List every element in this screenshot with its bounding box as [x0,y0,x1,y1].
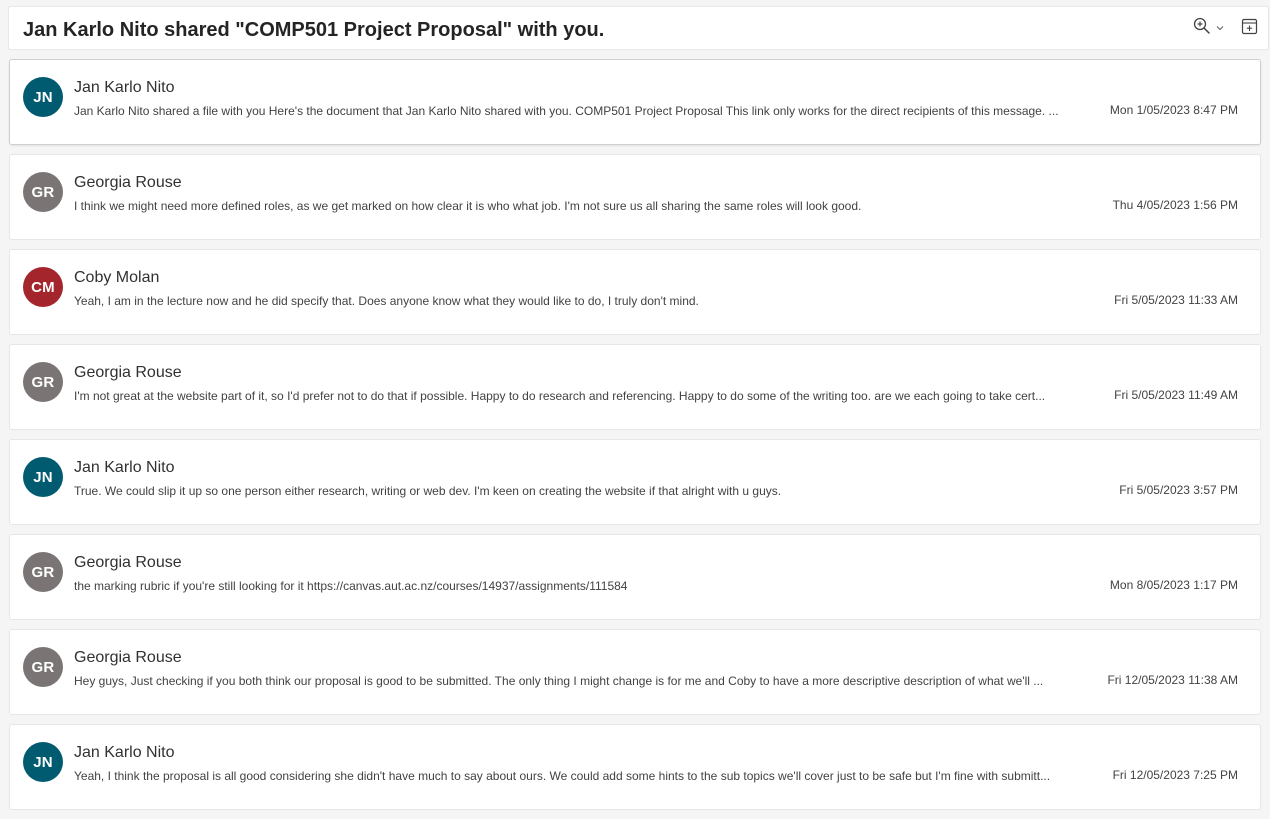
message-date: Fri 12/05/2023 7:25 PM [1112,768,1238,782]
message-preview: I'm not great at the website part of it,… [74,389,1046,403]
sender-name: Jan Karlo Nito [74,79,175,96]
header-toolbar [1193,17,1258,40]
sender-name: Georgia Rouse [74,174,182,191]
avatar[interactable]: CM [23,267,63,307]
message-item[interactable]: JN Jan Karlo Nito Yeah, I think the prop… [9,724,1261,810]
message-preview: Hey guys, Just checking if you both thin… [74,674,1044,688]
chevron-down-icon [1215,20,1225,38]
sender-name: Jan Karlo Nito [74,459,175,476]
avatar[interactable]: JN [23,457,63,497]
thread-header: Jan Karlo Nito shared "COMP501 Project P… [8,6,1269,50]
message-preview: Yeah, I am in the lecture now and he did… [74,294,699,308]
message-preview: Yeah, I think the proposal is all good c… [74,769,1051,783]
message-date: Mon 1/05/2023 8:47 PM [1109,103,1238,117]
message-item[interactable]: CM Coby Molan Yeah, I am in the lecture … [9,249,1261,335]
message-item[interactable]: GR Georgia Rouse Hey guys, Just checking… [9,629,1261,715]
avatar[interactable]: JN [23,742,63,782]
message-item[interactable]: JN Jan Karlo Nito True. We could slip it… [9,439,1261,525]
message-preview: the marking rubric if you're still looki… [74,579,628,593]
message-date: Mon 8/05/2023 1:17 PM [1109,578,1238,592]
message-item[interactable]: GR Georgia Rouse the marking rubric if y… [9,534,1261,620]
message-date: Fri 5/05/2023 3:57 PM [1119,483,1238,497]
avatar[interactable]: GR [23,647,63,687]
message-date: Fri 5/05/2023 11:33 AM [1114,293,1238,307]
message-date: Thu 4/05/2023 1:56 PM [1112,198,1238,212]
sender-name: Georgia Rouse [74,364,182,381]
sender-name: Georgia Rouse [74,649,182,666]
message-preview: Jan Karlo Nito shared a file with you He… [74,104,1059,118]
open-in-new-window-button[interactable] [1241,18,1258,40]
avatar[interactable]: GR [23,552,63,592]
avatar[interactable]: GR [23,362,63,402]
message-date: Fri 12/05/2023 11:38 AM [1107,673,1238,687]
avatar[interactable]: JN [23,77,63,117]
zoom-in-icon [1193,17,1211,40]
zoom-button[interactable] [1193,17,1225,40]
sender-name: Jan Karlo Nito [74,744,175,761]
message-date: Fri 5/05/2023 11:49 AM [1114,388,1238,402]
sender-name: Coby Molan [74,269,160,286]
message-preview: True. We could slip it up so one person … [74,484,782,498]
message-item[interactable]: GR Georgia Rouse I think we might need m… [9,154,1261,240]
message-item[interactable]: JN Jan Karlo Nito Jan Karlo Nito shared … [9,59,1261,145]
thread-title: Jan Karlo Nito shared "COMP501 Project P… [23,19,605,41]
open-in-new-window-icon [1241,18,1258,40]
message-list: JN Jan Karlo Nito Jan Karlo Nito shared … [9,59,1261,819]
message-item[interactable]: GR Georgia Rouse I'm not great at the we… [9,344,1261,430]
message-preview: I think we might need more defined roles… [74,199,862,213]
sender-name: Georgia Rouse [74,554,182,571]
avatar[interactable]: GR [23,172,63,212]
